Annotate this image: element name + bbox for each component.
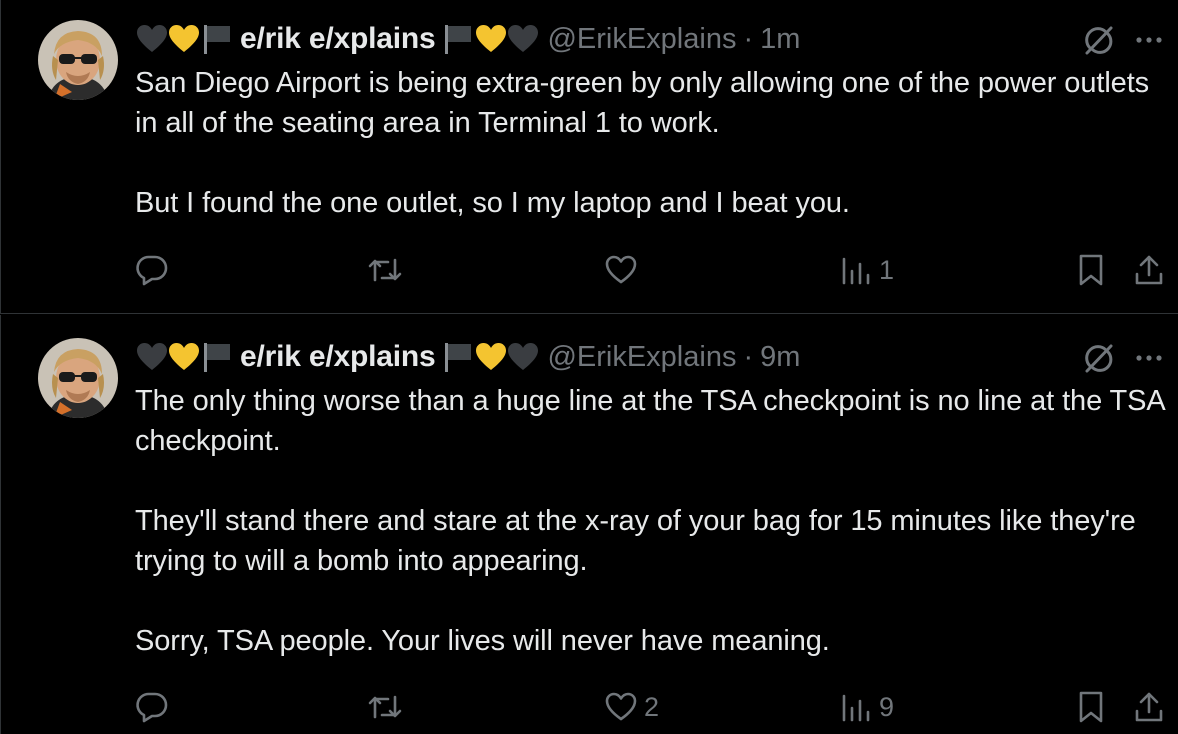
yellow-heart-icon <box>475 342 507 372</box>
tweet-timestamp[interactable]: 9m <box>760 341 800 374</box>
views-count: 1 <box>879 254 895 285</box>
tweet[interactable]: e/rik e/xplains @ErikExplains · 9m The o… <box>0 315 1178 734</box>
share-icon <box>1132 253 1166 287</box>
bookmark-button[interactable] <box>1074 250 1108 290</box>
reply-icon <box>135 690 169 724</box>
reply-button[interactable] <box>135 687 175 727</box>
tweet-timestamp[interactable]: 1m <box>760 23 800 56</box>
black-heart-icon <box>507 342 539 372</box>
black-heart-icon <box>507 24 539 54</box>
tweet-actions: 1 <box>1 250 1178 290</box>
avatar[interactable] <box>38 20 118 100</box>
timeline: e/rik e/xplains @ErikExplains · 1m San D… <box>0 0 1178 734</box>
tweet-paragraph: They'll stand there and stare at the x-r… <box>135 505 1144 577</box>
retweet-button[interactable] <box>366 250 410 290</box>
tweet-actions: 2 9 <box>1 687 1178 727</box>
reply-button[interactable] <box>135 250 175 290</box>
retweet-icon <box>366 690 404 724</box>
black-heart-icon <box>136 342 168 372</box>
more-options-icon[interactable] <box>1131 22 1167 58</box>
black-flag-icon <box>441 23 475 55</box>
tweet-text: San Diego Airport is being extra-green b… <box>135 63 1175 223</box>
like-button[interactable] <box>604 250 644 290</box>
yellow-heart-icon <box>168 342 200 372</box>
bookmark-icon <box>1074 253 1108 287</box>
author-handle[interactable]: @ErikExplains <box>547 23 736 56</box>
avatar[interactable] <box>38 338 118 418</box>
author-name[interactable]: e/rik e/xplains <box>240 340 436 374</box>
tweet-paragraph: San Diego Airport is being extra-green b… <box>135 67 1158 139</box>
like-button[interactable]: 2 <box>604 687 659 727</box>
author-handle[interactable]: @ErikExplains <box>547 341 736 374</box>
retweet-icon <box>366 253 404 287</box>
bookmark-icon <box>1074 690 1108 724</box>
tweet-paragraph: Sorry, TSA people. Your lives will never… <box>135 625 830 657</box>
tweet-paragraph: The only thing worse than a huge line at… <box>135 385 1173 457</box>
share-button[interactable] <box>1132 687 1166 727</box>
tweet-header: e/rik e/xplains @ErikExplains · 9m <box>136 339 800 375</box>
tweet-paragraph: But I found the one outlet, so I my lapt… <box>135 187 850 219</box>
reply-icon <box>135 253 169 287</box>
tweet-header: e/rik e/xplains @ErikExplains · 1m <box>136 21 800 57</box>
views-count: 9 <box>879 691 895 722</box>
black-heart-icon <box>136 24 168 54</box>
author-name[interactable]: e/rik e/xplains <box>240 22 436 56</box>
separator-dot: · <box>743 340 754 373</box>
share-button[interactable] <box>1132 250 1166 290</box>
yellow-heart-icon <box>168 24 200 54</box>
like-count: 2 <box>644 691 660 722</box>
black-flag-icon <box>441 341 475 373</box>
share-icon <box>1132 690 1166 724</box>
views-button[interactable]: 9 <box>839 687 894 727</box>
more-options-icon[interactable] <box>1131 340 1167 376</box>
retweet-button[interactable] <box>366 687 410 727</box>
views-icon <box>839 253 873 287</box>
grok-icon[interactable] <box>1081 340 1117 376</box>
grok-icon[interactable] <box>1081 22 1117 58</box>
heart-icon <box>604 690 638 724</box>
tweet[interactable]: e/rik e/xplains @ErikExplains · 1m San D… <box>0 0 1178 314</box>
views-button[interactable]: 1 <box>839 250 894 290</box>
views-icon <box>839 690 873 724</box>
yellow-heart-icon <box>475 24 507 54</box>
heart-icon <box>604 253 638 287</box>
tweet-text: The only thing worse than a huge line at… <box>135 381 1175 661</box>
black-flag-icon <box>200 341 234 373</box>
black-flag-icon <box>200 23 234 55</box>
bookmark-button[interactable] <box>1074 687 1108 727</box>
separator-dot: · <box>743 22 754 55</box>
